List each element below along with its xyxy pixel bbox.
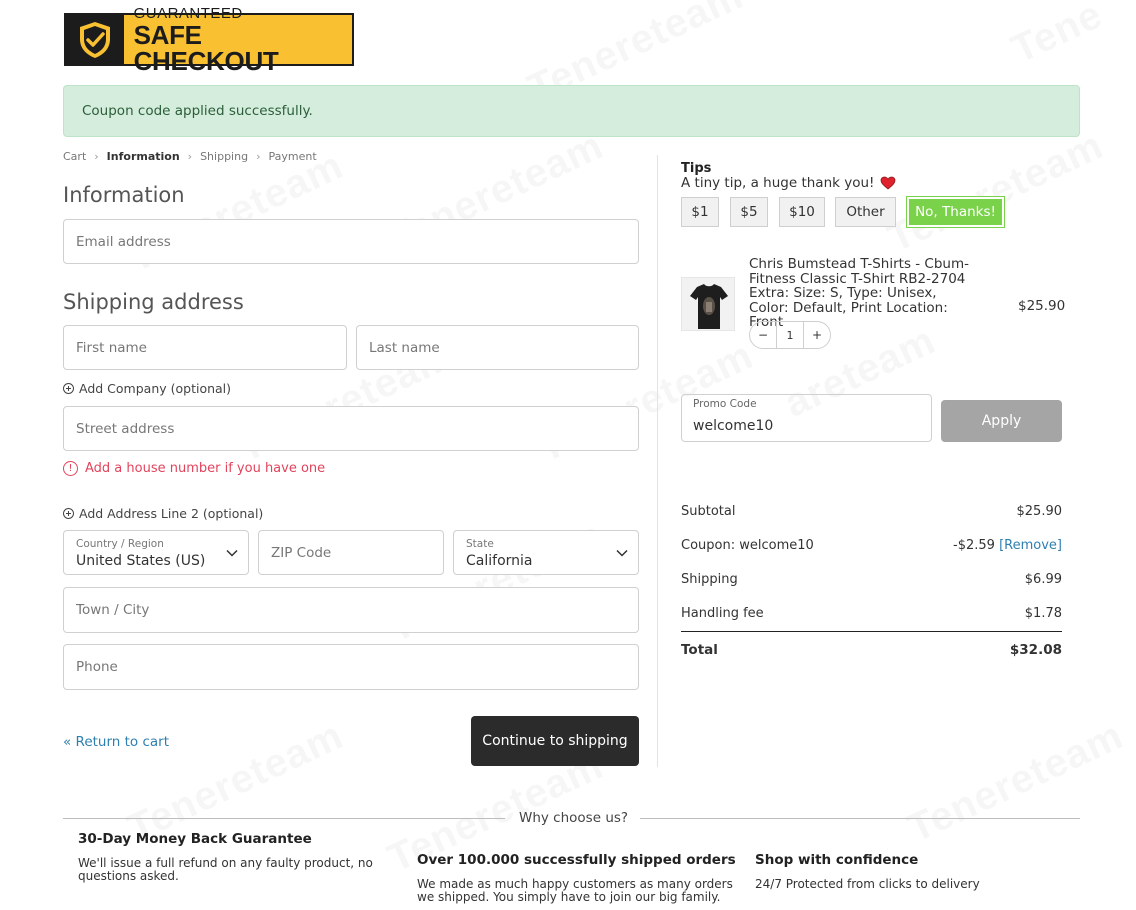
product-name: Chris Bumstead T-Shirts - Cbum-Fitness C… <box>749 256 970 287</box>
street-placeholder: Street address <box>76 420 175 437</box>
country-value: United States (US) <box>76 553 206 569</box>
subtotal-value: $25.90 <box>1016 504 1063 519</box>
tips-subtitle: A tiny tip, a huge thank you! <box>681 175 896 191</box>
return-to-cart-link[interactable]: « Return to cart <box>63 734 169 750</box>
phone-placeholder: Phone <box>76 659 118 675</box>
last-name-field[interactable]: Last name <box>356 325 639 370</box>
chevron-right-icon: › <box>94 150 99 163</box>
subtotal-label: Subtotal <box>681 504 736 519</box>
shipping-heading: Shipping address <box>63 290 244 314</box>
watermark: Tenereteam <box>881 123 1110 262</box>
why-choose-us-title: Why choose us? <box>519 810 629 826</box>
feature-title: Over 100.000 successfully shipped orders <box>417 852 736 868</box>
shipping-value: $6.99 <box>1024 572 1062 587</box>
add-address-line2-link[interactable]: Add Address Line 2 (optional) <box>63 506 263 521</box>
coupon-label: Coupon: welcome10 <box>681 538 814 553</box>
tips-title: Tips <box>681 161 712 176</box>
watermark: Tenereteam <box>901 713 1130 852</box>
country-label: Country / Region <box>76 538 164 550</box>
shipping-row: Shipping $6.99 <box>681 572 1062 587</box>
coupon-success-notice: Coupon code applied successfully. <box>63 85 1080 137</box>
info-icon: ! <box>63 461 78 476</box>
state-value: California <box>466 553 533 569</box>
street-warning: ! Add a house number if you have one <box>63 461 325 476</box>
apply-promo-button[interactable]: Apply <box>941 400 1062 442</box>
column-divider <box>657 155 658 767</box>
promo-code-field[interactable]: Promo Code welcome10 <box>681 394 932 442</box>
first-name-placeholder: First name <box>76 339 147 356</box>
chevron-down-icon <box>226 549 238 557</box>
coupon-row: Coupon: welcome10 -$2.59 [Remove] <box>681 538 1062 553</box>
zip-placeholder: ZIP Code <box>271 544 332 561</box>
zip-code-field[interactable]: ZIP Code <box>258 530 444 575</box>
coupon-value: -$2.59 <box>953 538 995 553</box>
feature-text: We made as much happy customers as many … <box>417 877 733 904</box>
street-warning-text: Add a house number if you have one <box>85 461 326 476</box>
feature-text: We'll issue a full refund on any faulty … <box>78 856 373 883</box>
email-placeholder: Email address <box>76 233 171 250</box>
information-heading: Information <box>63 183 185 207</box>
promo-code-value: welcome10 <box>693 418 774 434</box>
feature-title: 30-Day Money Back Guarantee <box>78 831 312 847</box>
handling-fee-row: Handling fee $1.78 <box>681 606 1062 621</box>
summary-divider <box>681 631 1062 632</box>
tip-option-other[interactable]: Other <box>835 197 896 227</box>
phone-field[interactable]: Phone <box>63 644 639 690</box>
tips-subtitle-text: A tiny tip, a huge thank you! <box>681 175 875 191</box>
breadcrumb-cart[interactable]: Cart <box>63 150 86 163</box>
product-price: $25.90 <box>1018 298 1066 314</box>
state-label: State <box>466 538 494 550</box>
total-value: $32.08 <box>1009 642 1062 658</box>
tip-option-5[interactable]: $5 <box>730 197 768 227</box>
total-row: Total $32.08 <box>681 642 1062 658</box>
promo-code-label: Promo Code <box>693 398 757 410</box>
product-image <box>681 277 735 331</box>
shipping-label: Shipping <box>681 572 738 587</box>
plus-circle-icon <box>63 383 74 394</box>
chevron-right-icon: › <box>187 150 193 163</box>
quantity-value[interactable]: 1 <box>776 322 804 348</box>
subtotal-row: Subtotal $25.90 <box>681 504 1062 519</box>
add-company-label: Add Company (optional) <box>79 381 232 396</box>
quantity-stepper[interactable]: − 1 + <box>749 321 831 349</box>
breadcrumb-shipping: Shipping <box>200 150 249 163</box>
remove-coupon-link[interactable]: [Remove] <box>999 538 1062 553</box>
breadcrumb: Cart › Information › Shipping › Payment <box>63 150 317 163</box>
state-select[interactable]: State California <box>453 530 639 575</box>
chevron-right-icon: › <box>256 150 261 163</box>
quantity-minus-button[interactable]: − <box>750 328 776 342</box>
product-info: Chris Bumstead T-Shirts - Cbum-Fitness C… <box>749 257 979 330</box>
feature-text: 24/7 Protected from clicks to delivery <box>755 877 980 891</box>
add-company-link[interactable]: Add Company (optional) <box>63 381 231 396</box>
shield-check-icon <box>66 15 124 64</box>
total-label: Total <box>681 642 718 658</box>
tip-option-1[interactable]: $1 <box>681 197 719 227</box>
plus-circle-icon <box>63 508 74 519</box>
chevron-down-icon <box>616 549 628 557</box>
add-line2-label: Add Address Line 2 (optional) <box>79 506 264 521</box>
heart-icon <box>881 176 896 190</box>
city-field[interactable]: Town / City <box>63 587 639 633</box>
why-divider-left <box>63 818 505 819</box>
tip-option-no-thanks[interactable]: No, Thanks! <box>906 196 1005 228</box>
watermark: Tene <box>1005 0 1110 73</box>
handling-label: Handling fee <box>681 606 764 621</box>
continue-to-shipping-button[interactable]: Continue to shipping <box>471 716 639 766</box>
breadcrumb-information: Information <box>106 150 180 163</box>
country-select[interactable]: Country / Region United States (US) <box>63 530 249 575</box>
feature-title: Shop with confidence <box>755 852 919 868</box>
badge-bottom-text: SAFE CHECKOUT <box>133 19 279 76</box>
email-field[interactable]: Email address <box>63 219 639 264</box>
tip-option-10[interactable]: $10 <box>779 197 825 227</box>
street-address-field[interactable]: Street address <box>63 406 639 451</box>
last-name-placeholder: Last name <box>369 339 440 356</box>
why-divider-right <box>640 818 1080 819</box>
handling-value: $1.78 <box>1024 606 1062 621</box>
first-name-field[interactable]: First name <box>63 325 347 370</box>
quantity-plus-button[interactable]: + <box>804 328 830 342</box>
breadcrumb-payment: Payment <box>268 150 317 163</box>
city-placeholder: Town / City <box>76 602 150 618</box>
safe-checkout-badge: GUARANTEED SAFE CHECKOUT <box>64 5 354 74</box>
